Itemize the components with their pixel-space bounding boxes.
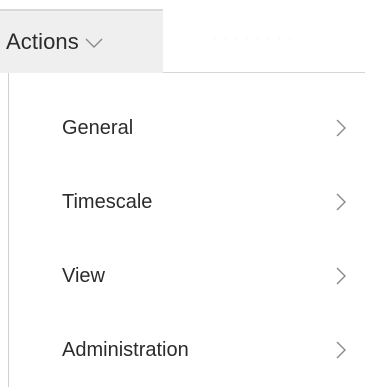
chevron-down-icon xyxy=(85,38,103,48)
chevron-right-icon xyxy=(336,193,346,211)
actions-label: Actions xyxy=(6,29,79,54)
chevron-right-icon xyxy=(336,119,346,137)
actions-menu-button[interactable]: Actions xyxy=(0,9,163,73)
chevron-right-icon xyxy=(336,267,346,285)
menu-item-label: General xyxy=(62,116,134,139)
actions-dropdown-menu: General Timescale View Administration xyxy=(8,73,365,387)
menu-item-label: Administration xyxy=(62,338,189,361)
chevron-right-icon xyxy=(336,341,346,359)
menu-item-general[interactable]: General xyxy=(9,91,365,165)
menu-item-administration[interactable]: Administration xyxy=(9,313,365,387)
menu-item-label: View xyxy=(62,264,105,287)
menu-item-label: Timescale xyxy=(62,190,153,213)
toolbar: Actions · · · · · · · · xyxy=(0,0,365,73)
menu-item-timescale[interactable]: Timescale xyxy=(9,165,365,239)
page: Actions · · · · · · · · General Timescal… xyxy=(0,0,365,387)
menu-item-view[interactable]: View xyxy=(9,239,365,313)
faint-toolbar-text: · · · · · · · · xyxy=(213,33,294,45)
